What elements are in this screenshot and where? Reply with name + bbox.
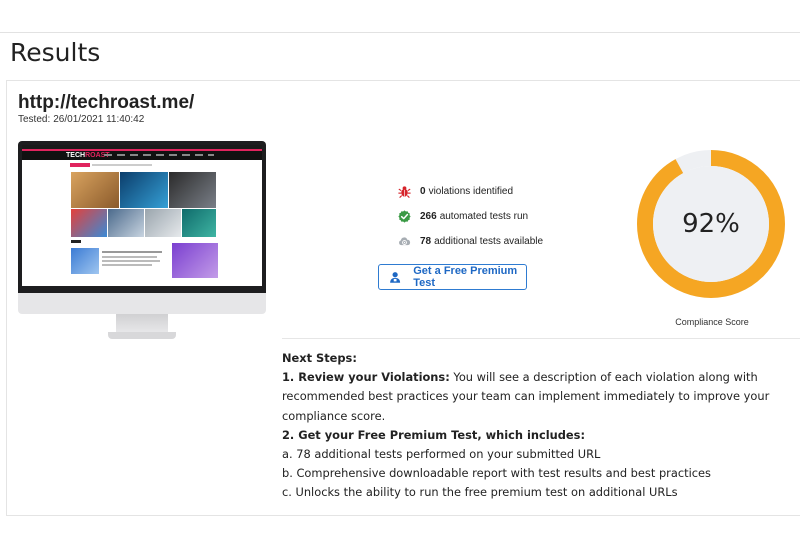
monitor-chin	[18, 293, 266, 314]
violations-count: 0	[420, 186, 426, 197]
next-steps-heading: Next Steps:	[282, 351, 357, 365]
step1-title: 1. Review your Violations:	[282, 370, 450, 385]
automated-count: 266	[420, 211, 437, 222]
additional-tests-stat: 78 additional tests available	[398, 235, 543, 248]
tested-label: Tested:	[18, 114, 51, 125]
get-premium-test-button[interactable]: Get a Free Premium Test	[378, 264, 527, 290]
site-preview-screen: TECHROAST	[22, 145, 262, 286]
tested-value: 26/01/2021 11:40:42	[53, 114, 145, 125]
top-divider	[0, 32, 800, 33]
premium-button-label: Get a Free Premium Test	[413, 265, 518, 289]
step1-text-line3: compliance score.	[282, 408, 386, 423]
step2-item-b: b. Comprehensive downloadable report wit…	[282, 466, 711, 481]
step1-text-line2: recommended best practices your team can…	[282, 389, 770, 404]
compliance-score-value: 92%	[682, 209, 740, 239]
cloud-gear-icon	[399, 237, 411, 246]
step2-item-a: a. 78 additional tests performed on your…	[282, 447, 601, 462]
automated-tests-stat: 266 automated tests run	[398, 210, 528, 223]
section-divider	[282, 338, 800, 339]
additional-count: 78	[420, 236, 432, 247]
bug-icon	[398, 186, 411, 198]
step2-title: 2. Get your Free Premium Test, which inc…	[282, 427, 585, 442]
monitor-stand	[116, 314, 168, 333]
next-steps: Next Steps: 1. Review your Violations: Y…	[282, 349, 782, 503]
step1-text: You will see a description of each viola…	[449, 370, 758, 385]
automated-text: automated tests run	[439, 211, 529, 222]
compliance-score-label: Compliance Score	[675, 317, 749, 327]
step2-item-c: c. Unlocks the ability to run the free p…	[282, 485, 678, 500]
page-title: Results	[10, 38, 101, 67]
violations-stat: 0 violations identified	[398, 185, 513, 198]
monitor-base	[108, 332, 176, 339]
site-preview-monitor: TECHROAST	[18, 141, 266, 340]
monitor-frame: TECHROAST	[18, 141, 266, 293]
additional-text: additional tests available	[434, 236, 544, 247]
violations-text: violations identified	[428, 186, 514, 197]
check-circle-icon	[398, 210, 411, 223]
tested-timestamp: Tested: 26/01/2021 11:40:42	[18, 114, 144, 125]
person-badge-icon	[390, 272, 401, 283]
site-url: http://techroast.me/	[18, 92, 195, 113]
